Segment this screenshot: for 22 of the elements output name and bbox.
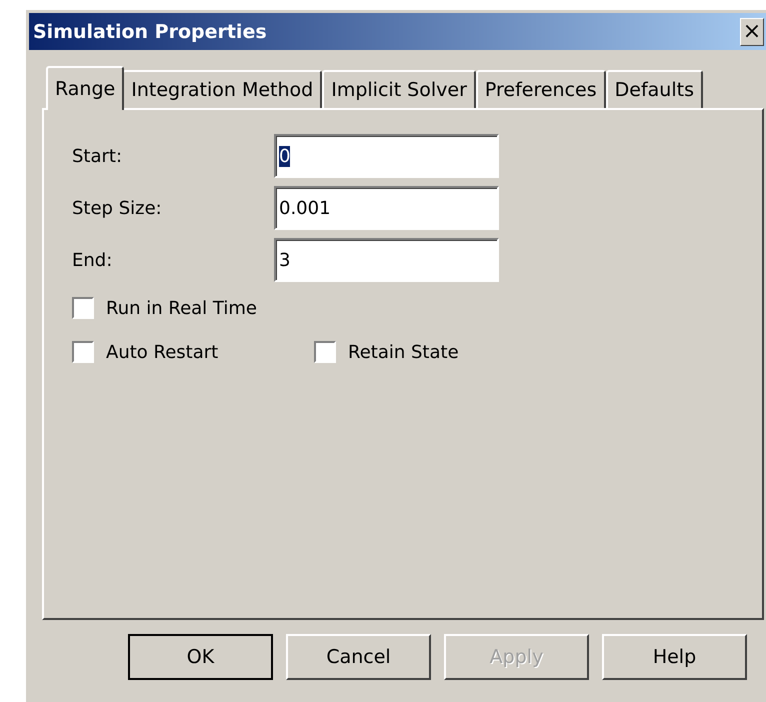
- field-label: Step Size:: [72, 198, 163, 218]
- tab[interactable]: Defaults: [606, 70, 703, 108]
- input-field[interactable]: 0.001: [274, 186, 499, 230]
- checkbox[interactable]: [72, 341, 94, 363]
- tab[interactable]: Implicit Solver: [322, 70, 476, 108]
- checkbox-label: Auto Restart: [106, 342, 218, 362]
- checkbox[interactable]: [314, 341, 336, 363]
- dialog-button[interactable]: Cancel: [286, 634, 431, 680]
- field-label: Start:: [72, 146, 124, 166]
- checkbox-label: Run in Real Time: [106, 298, 257, 318]
- field-label: End:: [72, 250, 114, 270]
- close-button[interactable]: ×: [740, 18, 764, 46]
- checkbox[interactable]: [72, 297, 94, 319]
- window-title: Simulation Properties: [33, 20, 267, 42]
- tab[interactable]: Preferences: [476, 70, 606, 108]
- input-field[interactable]: 3: [274, 238, 499, 282]
- dialog-button[interactable]: OK: [128, 634, 273, 680]
- input-field[interactable]: 0: [274, 134, 499, 178]
- checkbox-label: Retain State: [348, 342, 459, 362]
- tab[interactable]: Range: [46, 66, 124, 110]
- dialog-button[interactable]: Help: [602, 634, 747, 680]
- tab[interactable]: Integration Method: [122, 70, 322, 108]
